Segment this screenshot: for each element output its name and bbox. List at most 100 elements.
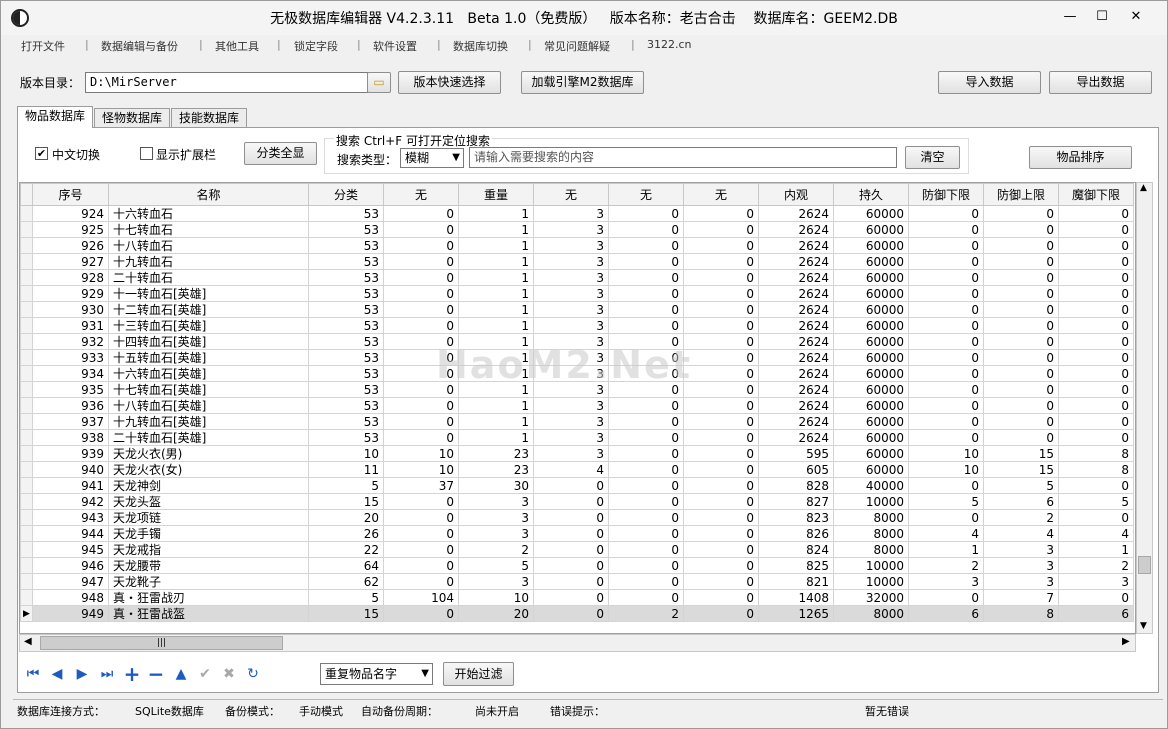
scroll-left-icon[interactable]: ◀	[24, 636, 32, 647]
table-cell[interactable]: 1	[458, 333, 534, 350]
table-cell[interactable]: 827	[758, 493, 834, 510]
table-cell[interactable]: 7	[983, 589, 1059, 606]
table-cell[interactable]: 10	[908, 445, 984, 462]
table-cell[interactable]: 0	[533, 493, 609, 510]
table-row[interactable]: 927 十九转血石 53 0 1 3 0 0 2624 60000 0 0 0	[20, 253, 1134, 270]
row-indicator[interactable]	[20, 285, 33, 302]
table-cell[interactable]: 3	[533, 333, 609, 350]
table-cell[interactable]: 5	[308, 477, 384, 494]
table-cell[interactable]: 2624	[758, 301, 834, 318]
table-cell[interactable]: 十九转血石	[108, 253, 309, 270]
table-cell[interactable]: 0	[383, 253, 459, 270]
table-cell[interactable]: 5	[308, 589, 384, 606]
table-cell[interactable]: 0	[983, 381, 1059, 398]
table-cell[interactable]: 821	[758, 573, 834, 590]
table-cell[interactable]: 天龙手镯	[108, 525, 309, 542]
minimize-button[interactable]: —	[1055, 7, 1085, 27]
table-cell[interactable]: 10	[308, 445, 384, 462]
horizontal-scroll-thumb[interactable]: |||	[40, 636, 283, 650]
table-cell[interactable]: 0	[908, 413, 984, 430]
table-row[interactable]: 942 天龙头盔 15 0 3 0 0 0 827 10000 5 6 5	[20, 493, 1134, 510]
tab-items[interactable]: 物品数据库	[17, 106, 93, 128]
table-row[interactable]: 941 天龙神剑 5 37 30 0 0 0 828 40000 0 5 0	[20, 477, 1134, 494]
table-cell[interactable]: 0	[683, 237, 759, 254]
table-cell[interactable]: 0	[383, 205, 459, 222]
table-cell[interactable]: 0	[908, 589, 984, 606]
table-cell[interactable]: 928	[32, 269, 109, 286]
start-filter-button[interactable]: 开始过滤	[443, 662, 514, 686]
column-header[interactable]: 内观	[758, 183, 834, 206]
table-cell[interactable]: 948	[32, 589, 109, 606]
table-cell[interactable]: 595	[758, 445, 834, 462]
row-indicator[interactable]	[20, 493, 33, 510]
table-cell[interactable]: 0	[383, 605, 459, 622]
menu-faq[interactable]: 常见问题解疑	[544, 38, 610, 54]
table-cell[interactable]: 0	[1058, 317, 1134, 334]
table-cell[interactable]: 0	[608, 317, 684, 334]
table-cell[interactable]: 3	[533, 445, 609, 462]
table-cell[interactable]: 0	[1058, 285, 1134, 302]
table-cell[interactable]: 10	[458, 589, 534, 606]
menu-db-switch[interactable]: 数据库切换	[453, 38, 508, 54]
table-cell[interactable]: 3	[458, 493, 534, 510]
row-indicator[interactable]	[20, 509, 33, 526]
table-cell[interactable]: 32000	[833, 589, 909, 606]
table-cell[interactable]: 939	[32, 445, 109, 462]
table-cell[interactable]: 0	[608, 285, 684, 302]
table-cell[interactable]: 0	[683, 589, 759, 606]
table-cell[interactable]: 2624	[758, 317, 834, 334]
table-row[interactable]: 926 十八转血石 53 0 1 3 0 0 2624 60000 0 0 0	[20, 237, 1134, 254]
table-cell[interactable]: 0	[533, 541, 609, 558]
table-cell[interactable]: 十八转血石[英雄]	[108, 397, 309, 414]
table-cell[interactable]: 828	[758, 477, 834, 494]
table-row[interactable]: 943 天龙项链 20 0 3 0 0 0 823 8000 0 2 0	[20, 509, 1134, 526]
search-type-select[interactable]: 模糊 ▼	[400, 148, 464, 168]
chinese-switch-checkbox[interactable]: ✔	[35, 147, 48, 160]
table-cell[interactable]: 20	[458, 605, 534, 622]
table-cell[interactable]: 0	[908, 365, 984, 382]
table-cell[interactable]: 1	[458, 381, 534, 398]
table-cell[interactable]: 0	[1058, 301, 1134, 318]
table-row[interactable]: 936 十八转血石[英雄] 53 0 1 3 0 0 2624 60000 0 0 0	[20, 397, 1134, 414]
table-cell[interactable]: 0	[683, 573, 759, 590]
table-cell[interactable]: 4	[533, 461, 609, 478]
dir-input[interactable]: D:\MirServer	[85, 72, 368, 93]
table-cell[interactable]: 22	[308, 541, 384, 558]
row-indicator[interactable]	[20, 541, 33, 558]
table-cell[interactable]: 0	[608, 205, 684, 222]
table-cell[interactable]: 60000	[833, 461, 909, 478]
table-cell[interactable]: 0	[1058, 221, 1134, 238]
table-cell[interactable]: 天龙腰带	[108, 557, 309, 574]
table-cell[interactable]: 0	[383, 301, 459, 318]
table-cell[interactable]: 26	[308, 525, 384, 542]
table-cell[interactable]: 20	[308, 509, 384, 526]
table-cell[interactable]: 23	[458, 461, 534, 478]
table-cell[interactable]: 3	[533, 253, 609, 270]
table-cell[interactable]: 3	[1058, 573, 1134, 590]
table-cell[interactable]: 1	[908, 541, 984, 558]
table-cell[interactable]: 5	[1058, 493, 1134, 510]
search-input[interactable]: 请输入需要搜索的内容	[469, 147, 897, 168]
table-cell[interactable]: 2	[458, 541, 534, 558]
column-header[interactable]: 防御下限	[908, 183, 984, 206]
scroll-up-icon[interactable]: ▲	[1140, 183, 1147, 193]
table-cell[interactable]: 天龙火衣(男)	[108, 445, 309, 462]
table-cell[interactable]: 0	[983, 397, 1059, 414]
menu-lock-fields[interactable]: 锁定字段	[294, 38, 338, 54]
table-cell[interactable]: 0	[983, 365, 1059, 382]
last-record-icon[interactable]: ⏭	[97, 663, 117, 685]
table-cell[interactable]: 0	[683, 285, 759, 302]
table-cell[interactable]: 15	[983, 445, 1059, 462]
table-row[interactable]: 925 十七转血石 53 0 1 3 0 0 2624 60000 0 0 0	[20, 221, 1134, 238]
tab-monsters[interactable]: 怪物数据库	[94, 108, 170, 127]
table-cell[interactable]: 0	[1058, 205, 1134, 222]
table-cell[interactable]: 0	[608, 557, 684, 574]
table-cell[interactable]: 825	[758, 557, 834, 574]
table-cell[interactable]: 0	[608, 381, 684, 398]
table-cell[interactable]: 0	[608, 253, 684, 270]
tab-skills[interactable]: 技能数据库	[171, 108, 247, 127]
menu-website[interactable]: 3122.cn	[647, 38, 692, 51]
table-cell[interactable]: 947	[32, 573, 109, 590]
table-cell[interactable]: 53	[308, 397, 384, 414]
table-cell[interactable]: 0	[983, 317, 1059, 334]
